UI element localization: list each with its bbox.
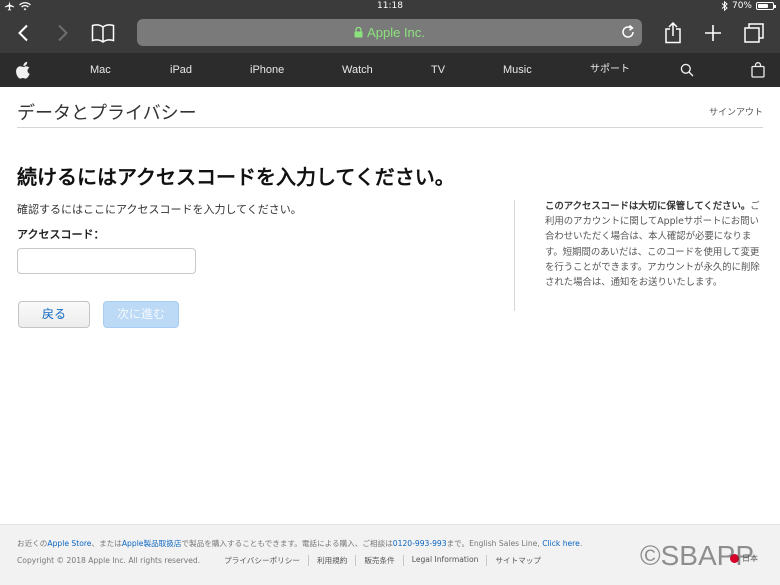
side-note-body: ご利用のアカウントに関してAppleサポートにお問い合わせいただく場合は、本人確… — [545, 201, 760, 289]
sign-out-link[interactable]: サインアウト — [709, 105, 763, 118]
chevron-right-icon — [58, 24, 68, 42]
watermark: ©SBAPP — [640, 540, 755, 571]
nav-item-ipad[interactable]: iPad — [170, 53, 192, 87]
address-host: Apple Inc. — [367, 25, 425, 40]
battery-icon — [756, 2, 776, 10]
browser-toolbar: Apple Inc. — [0, 14, 780, 53]
shopping-bag-icon[interactable] — [751, 62, 765, 78]
new-tab-button[interactable] — [699, 20, 727, 46]
forward-nav-button[interactable] — [49, 20, 77, 46]
status-right: 70% — [721, 1, 776, 11]
page-header: データとプライバシー サインアウト — [17, 96, 763, 128]
side-note-heading: このアクセスコードは大切に保管してください。 — [545, 201, 751, 212]
reseller-link[interactable]: Apple製品取扱店 — [122, 539, 182, 548]
address-bar[interactable]: Apple Inc. — [137, 19, 642, 46]
phone-link[interactable]: 0120-993-993 — [393, 539, 447, 548]
sitemap-link[interactable]: サイトマップ — [486, 555, 549, 566]
footer-text: で製品を購入することもできます。電話による購入、ご相談は — [181, 539, 393, 548]
next-button[interactable]: 次に進む — [103, 301, 179, 328]
instruction-text: 確認するにはここにアクセスコードを入力してください。 — [17, 203, 302, 216]
reload-icon[interactable] — [620, 24, 636, 40]
chevron-left-icon — [18, 24, 28, 42]
back-button[interactable]: 戻る — [18, 301, 90, 328]
nav-item-support[interactable]: サポート — [590, 53, 630, 87]
copyright-text: Copyright © 2018 Apple Inc. All rights r… — [17, 556, 201, 565]
nav-item-mac[interactable]: Mac — [90, 53, 111, 87]
footer-text: 、または — [91, 539, 122, 548]
apple-store-link[interactable]: Apple Store — [47, 539, 91, 548]
sales-policy-link[interactable]: 販売条件 — [355, 555, 402, 566]
bookmarks-button[interactable] — [89, 20, 117, 46]
column-divider — [514, 200, 515, 311]
nav-item-watch[interactable]: Watch — [342, 53, 373, 87]
side-note: このアクセスコードは大切に保管してください。ご利用のアカウントに関してApple… — [545, 199, 761, 290]
share-icon — [665, 22, 681, 44]
share-button[interactable] — [659, 20, 687, 46]
status-bar: 11:18 70% — [0, 0, 780, 14]
footer-legal-line: Copyright © 2018 Apple Inc. All rights r… — [17, 555, 549, 566]
footer-text: . — [579, 539, 583, 548]
back-nav-button[interactable] — [9, 20, 37, 46]
apple-logo-icon[interactable] — [16, 61, 32, 79]
legal-info-link[interactable]: Legal Information — [402, 555, 487, 566]
access-code-label: アクセスコード： — [17, 228, 105, 241]
lock-icon — [354, 27, 363, 38]
battery-percent: 70% — [731, 1, 752, 11]
bluetooth-icon — [721, 1, 728, 11]
footer-text: まで。English Sales Line, — [446, 539, 543, 548]
access-code-input[interactable] — [17, 248, 196, 274]
page-title: データとプライバシー — [17, 103, 197, 124]
nav-item-music[interactable]: Music — [503, 53, 532, 87]
footer-links: プライバシーポリシー 利用規約 販売条件 Legal Information サ… — [224, 555, 549, 566]
footer-purchase-line: お近くのApple Store、またはApple製品取扱店で製品を購入することも… — [17, 538, 582, 549]
footer-text: お近くの — [17, 539, 48, 548]
tabs-button[interactable] — [740, 20, 768, 46]
book-icon — [91, 24, 115, 43]
main-heading: 続けるにはアクセスコードを入力してください。 — [17, 165, 455, 189]
status-time: 11:18 — [377, 1, 403, 11]
tabs-icon — [744, 23, 764, 43]
plus-icon — [705, 25, 721, 41]
apple-global-nav: Mac iPad iPhone Watch TV Music サポート — [0, 53, 780, 87]
terms-link[interactable]: 利用規約 — [307, 555, 355, 566]
search-icon[interactable] — [680, 63, 694, 77]
nav-item-tv[interactable]: TV — [431, 53, 445, 87]
nav-item-iphone[interactable]: iPhone — [250, 53, 284, 87]
click-here-link[interactable]: Click here — [542, 539, 580, 548]
battery-fill — [758, 4, 768, 8]
privacy-policy-link[interactable]: プライバシーポリシー — [224, 555, 308, 566]
